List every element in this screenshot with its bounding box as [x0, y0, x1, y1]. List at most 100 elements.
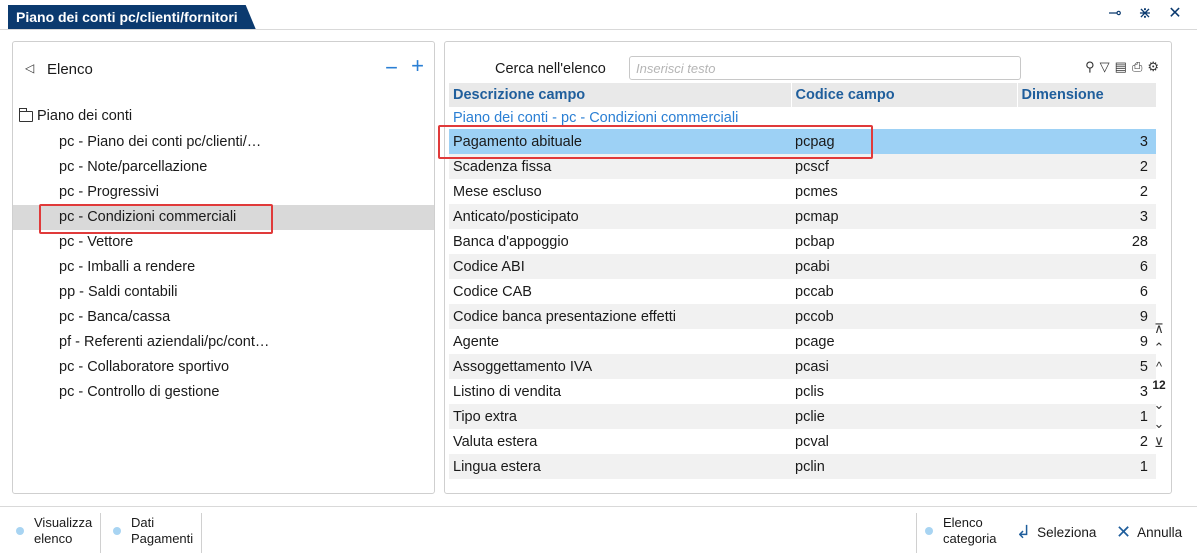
search-row: Cerca nell'elenco ⚲ ▽ ▤ ⎙ ⚙: [445, 56, 1171, 82]
tree-item[interactable]: pc - Piano dei conti pc/clienti/…: [13, 130, 434, 155]
search-icon[interactable]: ⚲: [1085, 59, 1095, 75]
cell-descrizione: Listino di vendita: [453, 383, 562, 400]
table-row[interactable]: Pagamento abituale pcpag 3: [449, 129, 1156, 154]
page-down-fast-icon[interactable]: ⌄: [1154, 415, 1165, 432]
cell-codice: pcbap: [795, 233, 835, 250]
column-header-codice[interactable]: Codice campo: [791, 83, 1018, 107]
cell-dimensione: 9: [1017, 304, 1156, 329]
print-icon[interactable]: ⎙: [1132, 59, 1142, 75]
elenco-categoria-button[interactable]: Elenco categoria: [916, 513, 996, 553]
visualizza-elenco-button[interactable]: Visualizza elenco: [8, 513, 102, 553]
cell-codice: pcage: [795, 333, 835, 350]
seleziona-label: Seleziona: [1037, 524, 1097, 540]
search-label: Cerca nell'elenco: [495, 61, 606, 77]
cell-codice: pcpag: [791, 129, 1017, 154]
filter-icon[interactable]: ▽: [1100, 59, 1110, 75]
left-panel-title: Elenco: [47, 61, 93, 78]
cell-descrizione: Tipo extra: [449, 404, 791, 429]
table-row[interactable]: Codice ABI pcabi 6: [449, 254, 1156, 279]
table-row[interactable]: Codice CAB pccab 6: [449, 279, 1156, 304]
cell-descrizione: Mese escluso: [453, 183, 542, 200]
column-header-descrizione[interactable]: Descrizione campo: [449, 83, 792, 107]
cell-dimensione: 6: [1139, 283, 1148, 300]
cell-dimensione: 3: [1139, 383, 1148, 400]
group-label: Piano dei conti - pc - Condizioni commer…: [453, 110, 739, 126]
cell-descrizione: Scadenza fissa: [449, 154, 791, 179]
cell-codice: pcasi: [791, 354, 1017, 379]
tree-items: pc - Piano dei conti pc/clienti/… pc - No…: [13, 130, 434, 405]
window-controls: ⊸ ⋇ ✕: [1105, 4, 1185, 24]
tree-item[interactable]: pc - Note/parcellazione: [13, 155, 434, 180]
page-up-fast-icon[interactable]: ⌃: [1154, 339, 1165, 356]
collapse-all-icon[interactable]: −: [385, 55, 398, 81]
button-label-line1: Elenco: [943, 515, 983, 530]
close-icon[interactable]: ✕: [1165, 4, 1185, 24]
fields-table: Descrizione campo Codice campo Dimension…: [449, 83, 1157, 479]
tree-item[interactable]: pc - Vettore: [13, 230, 434, 255]
tree-item[interactable]: pc - Condizioni commerciali: [13, 205, 434, 230]
cell-descrizione: Anticato/posticipato: [449, 204, 791, 229]
table-header-row: Descrizione campo Codice campo Dimension…: [449, 83, 1157, 107]
button-label-line2: elenco: [34, 531, 73, 546]
tree-item[interactable]: pc - Collaboratore sportivo: [13, 355, 434, 380]
table-row[interactable]: Anticato/posticipato pcmap 3: [449, 204, 1156, 229]
table-row[interactable]: Valuta estera pcval 2: [449, 429, 1156, 454]
export-icon[interactable]: ▤: [1115, 59, 1127, 75]
cell-codice: pcabi: [791, 254, 1017, 279]
tree-item[interactable]: pc - Controllo di gestione: [13, 380, 434, 405]
title-bar: Piano dei conti pc/clienti/fornitori ⊸ ⋇…: [0, 0, 1197, 30]
search-input[interactable]: [629, 56, 1021, 80]
collapse-arrow-icon[interactable]: ◁: [25, 61, 34, 75]
tree-item[interactable]: pc - Banca/cassa: [13, 305, 434, 330]
left-panel: ◁ Elenco − + Piano dei conti pc - Piano …: [12, 41, 435, 494]
tree-root[interactable]: Piano dei conti: [18, 107, 133, 124]
tree-item[interactable]: pc - Progressivi: [13, 180, 434, 205]
cell-descrizione: Codice CAB: [453, 283, 532, 300]
table-row[interactable]: Banca d'appoggio pcbap 28: [449, 229, 1156, 254]
table-row[interactable]: Assoggettamento IVA pcasi 5: [449, 354, 1156, 379]
table-row[interactable]: Lingua estera pclin 1: [449, 454, 1156, 479]
last-page-icon[interactable]: ⊻: [1154, 434, 1164, 451]
cell-descrizione: Codice banca presentazione effetti: [449, 304, 791, 329]
table-row[interactable]: Mese escluso pcmes 2: [449, 179, 1156, 204]
cell-codice: pccab: [795, 283, 834, 300]
button-label-line1: Dati: [131, 515, 155, 530]
table-row[interactable]: Tipo extra pclie 1: [449, 404, 1156, 429]
first-page-icon[interactable]: ⊼: [1154, 320, 1164, 337]
gear-icon[interactable]: ⚙: [1147, 59, 1159, 75]
seleziona-button[interactable]: ↲ Seleziona: [1016, 517, 1096, 547]
cell-dimensione: 5: [1017, 354, 1156, 379]
left-panel-header: ◁ Elenco − +: [13, 42, 434, 94]
dati-pagamenti-button[interactable]: Dati Pagamenti: [105, 513, 203, 553]
pin-icon[interactable]: ⊸: [1105, 4, 1125, 24]
table-row[interactable]: Agente pcage 9: [449, 329, 1156, 354]
column-header-dimensione[interactable]: Dimensione: [1017, 83, 1157, 107]
table-group-row: Piano dei conti - pc - Condizioni commer…: [449, 107, 1156, 129]
button-label-line2: categoria: [943, 531, 997, 546]
table-row[interactable]: Scadenza fissa pcscf 2: [449, 154, 1156, 179]
table-row[interactable]: Listino di vendita pclis 3: [449, 379, 1156, 404]
cell-dimensione: 2: [1139, 433, 1148, 450]
cell-dimensione: 2: [1139, 183, 1148, 200]
cancel-x-icon: ✕: [1116, 521, 1132, 542]
tree-item[interactable]: pp - Saldi contabili: [13, 280, 434, 305]
cell-dimensione: 1: [1017, 454, 1156, 479]
annulla-button[interactable]: ✕ Annulla: [1116, 517, 1182, 547]
minimize-icon[interactable]: ⋇: [1135, 4, 1155, 24]
folder-open-icon: [18, 107, 33, 122]
tree-root-label: Piano dei conti: [37, 108, 133, 124]
window-title: Piano dei conti pc/clienti/fornitori: [8, 5, 256, 29]
cell-descrizione: Lingua estera: [449, 454, 791, 479]
cell-codice: pcmes: [795, 183, 838, 200]
cell-descrizione: Pagamento abituale: [449, 129, 791, 154]
expand-all-icon[interactable]: +: [411, 53, 424, 79]
table-row[interactable]: Codice banca presentazione effetti pccob 9: [449, 304, 1156, 329]
page-up-icon[interactable]: ^: [1156, 358, 1162, 375]
bullet-icon: [925, 527, 933, 535]
tree-item[interactable]: pc - Imballi a rendere: [13, 255, 434, 280]
page-number: 12: [1152, 378, 1166, 392]
tree-item[interactable]: pf - Referenti aziendali/pc/cont…: [13, 330, 434, 355]
cell-descrizione: Agente: [453, 333, 499, 350]
page-down-icon[interactable]: ⌄: [1154, 396, 1165, 413]
cell-dimensione: 9: [1139, 333, 1148, 350]
